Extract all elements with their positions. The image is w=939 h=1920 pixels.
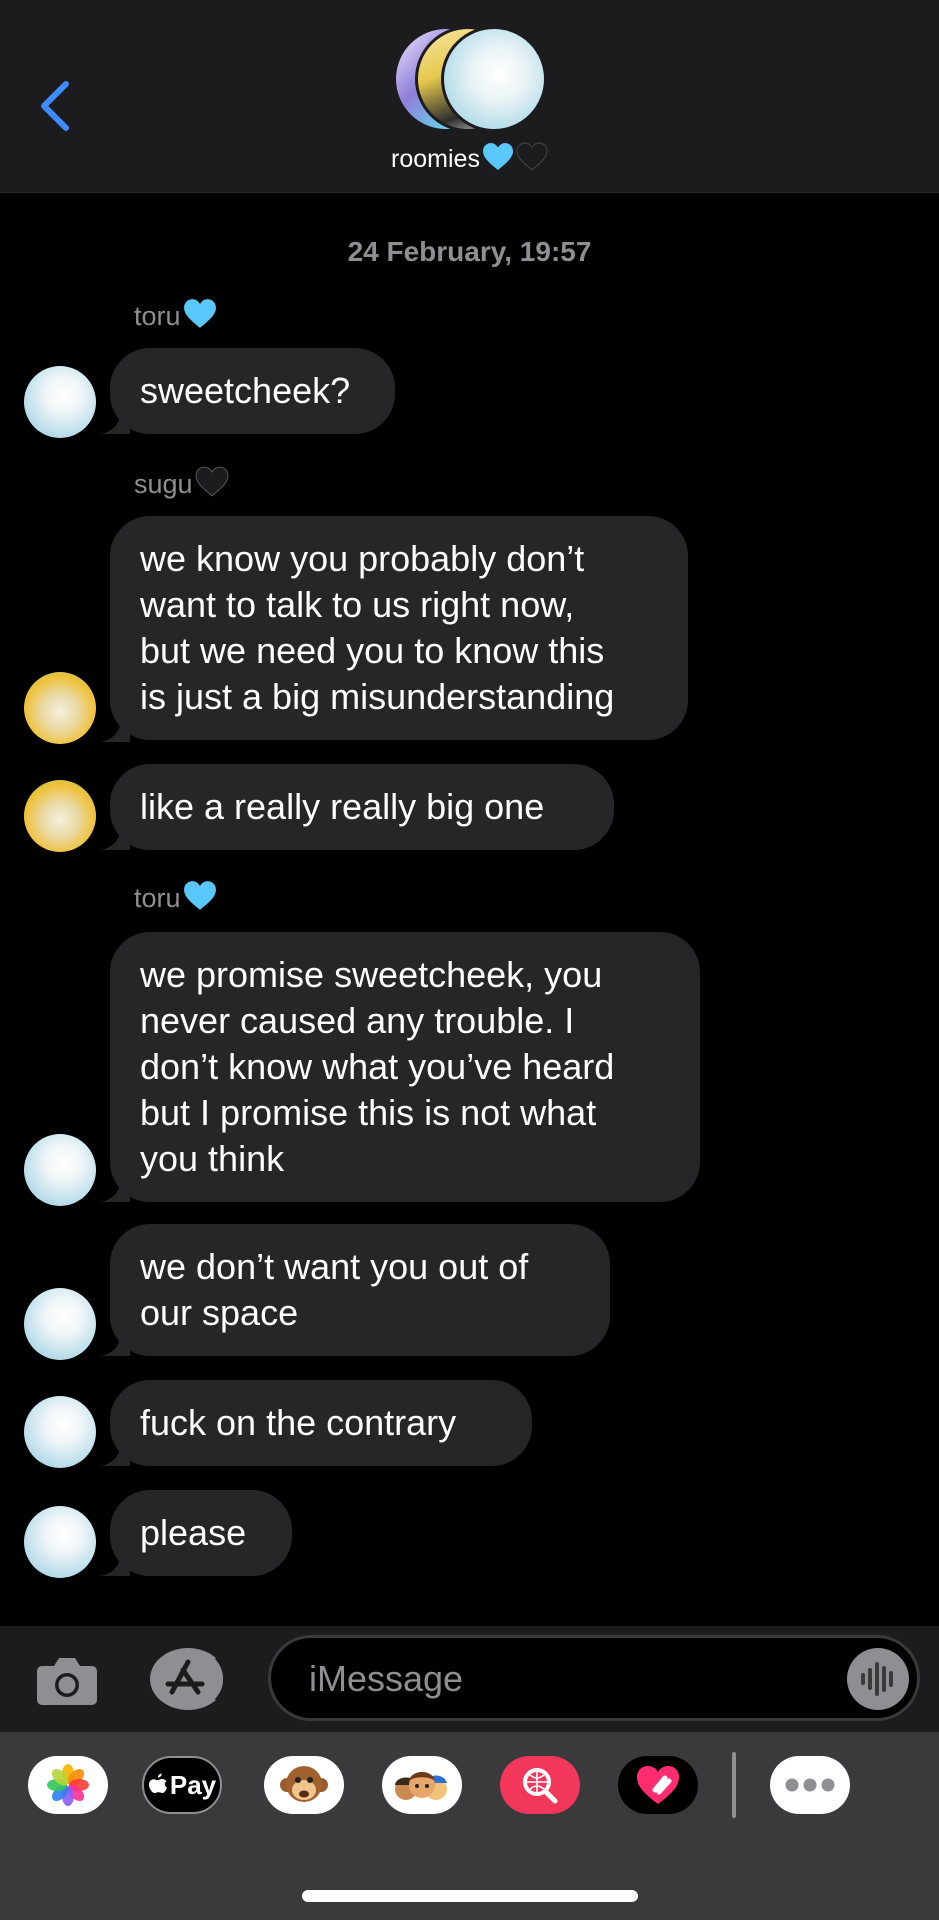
app-drawer: Pay	[0, 1732, 939, 1920]
message-input[interactable]	[307, 1638, 791, 1720]
sender-name-toru: toru	[134, 298, 217, 332]
message-bubble[interactable]: we promise sweetcheek, you never caused …	[110, 932, 700, 1202]
waveform-icon	[861, 1662, 893, 1696]
camera-icon[interactable]	[36, 1654, 98, 1706]
more-apps-button[interactable]	[770, 1756, 850, 1814]
avatar[interactable]	[24, 1288, 96, 1360]
message-bubble[interactable]: like a really really big one	[110, 764, 614, 850]
voice-message-button[interactable]	[847, 1648, 909, 1710]
more-icon	[785, 1778, 835, 1792]
group-name[interactable]: roomies	[0, 142, 939, 174]
member-avatar	[441, 26, 547, 132]
digital-touch-icon	[637, 1766, 679, 1804]
blue-heart-icon	[183, 881, 216, 910]
memoji-button[interactable]	[382, 1756, 462, 1814]
app-store-icon	[165, 1656, 227, 1702]
message-bubble[interactable]: please	[110, 1490, 292, 1576]
sender-name-sugu: sugu	[134, 466, 229, 500]
group-avatar[interactable]	[393, 26, 547, 132]
tray-divider	[732, 1752, 736, 1818]
message-bubble[interactable]: we don’t want you out of our space	[110, 1224, 610, 1356]
image-search-button[interactable]	[500, 1756, 580, 1814]
message-bubble[interactable]: fuck on the contrary	[110, 1380, 532, 1466]
blue-heart-icon	[482, 143, 513, 170]
image-search-icon	[523, 1768, 558, 1804]
app-store-button[interactable]	[150, 1648, 227, 1710]
avatar[interactable]	[24, 780, 96, 852]
apple-pay-button[interactable]: Pay	[142, 1756, 222, 1814]
avatar[interactable]	[24, 1396, 96, 1468]
home-indicator[interactable]	[302, 1890, 638, 1902]
message-bubble[interactable]: sweetcheek?	[110, 348, 395, 434]
animoji-button[interactable]	[264, 1756, 344, 1814]
avatar[interactable]	[24, 1506, 96, 1578]
avatar[interactable]	[24, 672, 96, 744]
message-bubble[interactable]: we know you probably don’t want to talk …	[110, 516, 688, 740]
avatar[interactable]	[24, 366, 96, 438]
photos-icon	[47, 1764, 89, 1806]
chevron-left-icon[interactable]	[32, 78, 82, 134]
monkey-icon	[280, 1766, 328, 1802]
blue-heart-icon	[183, 299, 216, 328]
imessage-field[interactable]	[268, 1635, 920, 1721]
avatar[interactable]	[24, 1134, 96, 1206]
conversation-header: roomies	[0, 0, 939, 193]
message-composer	[0, 1626, 939, 1732]
apple-icon	[148, 1773, 167, 1793]
apple-pay-label: Pay	[169, 1769, 217, 1800]
black-heart-icon	[195, 466, 229, 497]
message-timestamp: 24 February, 19:57	[347, 236, 592, 267]
photos-app-button[interactable]	[28, 1756, 108, 1814]
memoji-icon	[395, 1772, 447, 1800]
black-heart-icon	[516, 142, 548, 171]
digital-touch-button[interactable]	[618, 1756, 698, 1814]
sender-name-toru: toru	[134, 880, 217, 914]
